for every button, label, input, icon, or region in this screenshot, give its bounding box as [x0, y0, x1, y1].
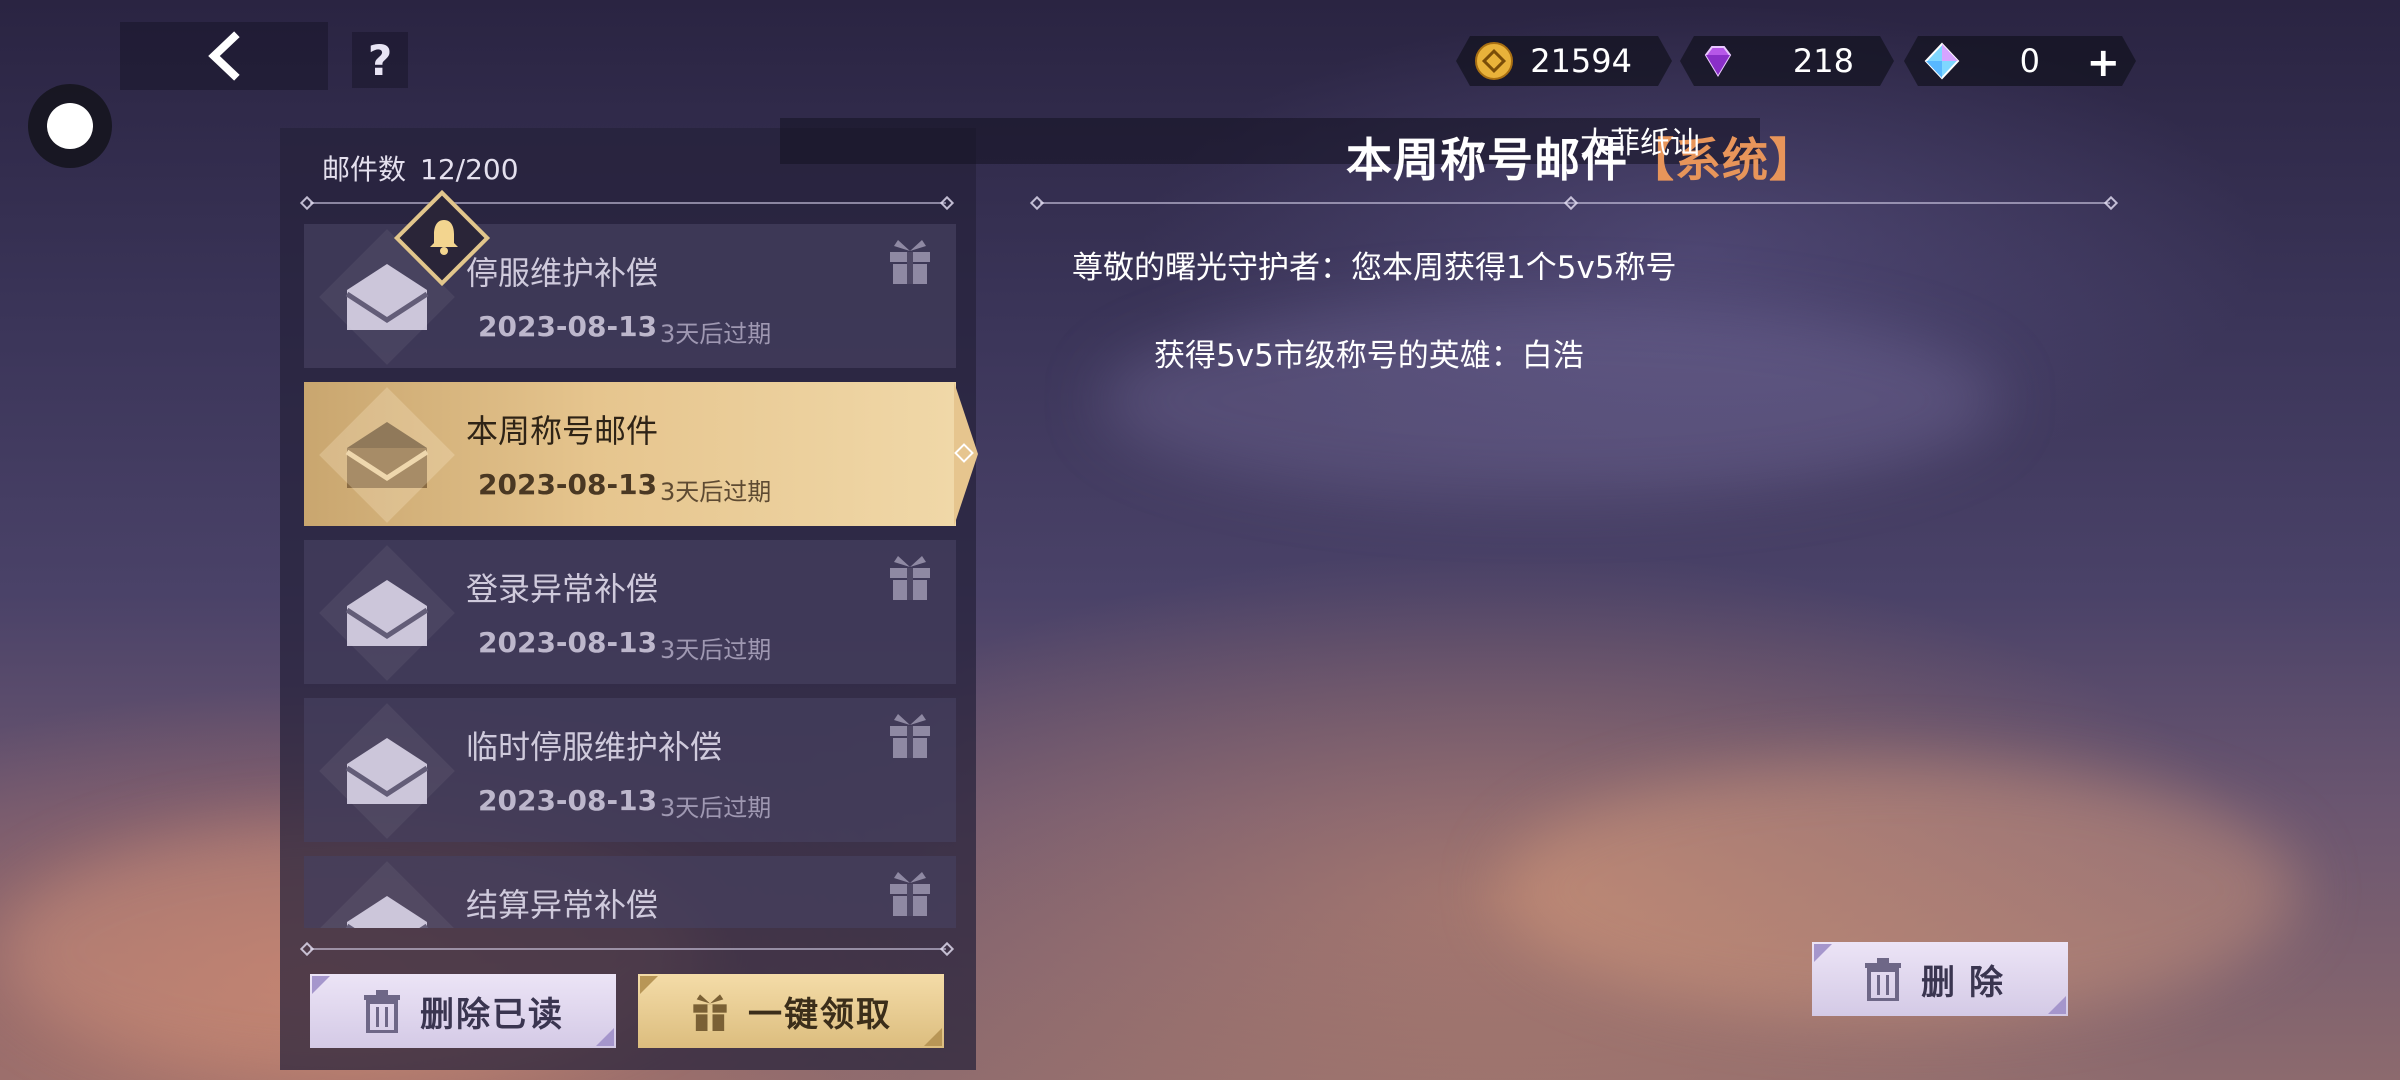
mail-date: 2023-08-13 [478, 626, 658, 659]
mail-item[interactable]: 结算异常补偿 [304, 856, 956, 928]
mail-count: 邮件数 12/200 [322, 148, 519, 188]
divider-end [2103, 195, 2119, 211]
divider-end [939, 195, 955, 211]
gold-coin-icon [1474, 41, 1514, 81]
delete-read-label: 删除已读 [420, 994, 564, 1035]
overlay-label: 大菲纸讪 [1580, 126, 1700, 161]
purple-diamond-counter: 218 [1680, 36, 1894, 86]
mail-expiry: 3天后过期 [660, 320, 772, 348]
divider-center [1563, 195, 1579, 211]
gift-icon [890, 240, 930, 284]
delete-read-button[interactable]: 删除已读 [310, 974, 616, 1048]
envelope-icon [319, 387, 455, 523]
mail-list-panel: 邮件数 12/200 停服维护补偿 2023-08-13 3天后过期 本周称号邮… [280, 128, 976, 1070]
mail-title: 停服维护补偿 [466, 254, 659, 292]
divider [310, 202, 946, 204]
divider-end [939, 941, 955, 957]
gold-amount: 21594 [1530, 42, 1632, 80]
mail-expiry: 3天后过期 [660, 794, 772, 822]
claim-all-label: 一键领取 [748, 994, 892, 1035]
help-icon: ? [367, 35, 393, 85]
purple-diamond-icon [1698, 41, 1738, 81]
trash-icon [364, 990, 400, 1033]
mail-body-line: 尊敬的曙光守护者：您本周获得1个5v5称号 [1072, 250, 1677, 286]
envelope-icon [319, 861, 455, 928]
mail-date: 2023-08-13 [478, 784, 658, 817]
bell-icon [430, 220, 458, 255]
gift-icon [693, 994, 727, 1031]
trash-icon [1865, 958, 1901, 1001]
mail-item[interactable]: 登录异常补偿 2023-08-13 3天后过期 [304, 540, 956, 684]
mail-count-label: 邮件数 [322, 153, 407, 186]
purple-diamond-amount: 218 [1792, 42, 1854, 80]
mail-expiry: 3天后过期 [660, 478, 772, 506]
mail-body-line: 获得5v5市级称号的英雄：白浩 [1154, 338, 1584, 374]
floating-assistive-ball[interactable] [28, 84, 112, 168]
mail-title: 临时停服维护补偿 [466, 728, 723, 766]
gift-icon [890, 872, 930, 916]
crystal-counter: 0 + [1904, 36, 2136, 86]
divider-end [299, 941, 315, 957]
gift-icon [890, 714, 930, 758]
selected-indicator [954, 382, 978, 526]
gift-icon [890, 556, 930, 600]
mail-title: 结算异常补偿 [466, 886, 659, 924]
divider-end [299, 195, 315, 211]
mail-date: 2023-08-13 [478, 310, 658, 343]
chevron-left-icon [208, 31, 240, 81]
delete-mail-button[interactable]: 删除 [1812, 942, 2068, 1016]
crystal-icon [1922, 41, 1962, 81]
mail-title: 本周称号邮件 [466, 412, 659, 450]
mail-date: 2023-08-13 [478, 468, 658, 501]
mail-item-selected[interactable]: 本周称号邮件 2023-08-13 3天后过期 [304, 382, 956, 526]
envelope-icon [319, 703, 455, 839]
envelope-icon [319, 545, 455, 681]
help-button[interactable]: ? [352, 32, 408, 88]
crystal-amount: 0 [2019, 42, 2040, 80]
delete-label: 删除 [1921, 962, 2017, 1003]
gold-coin-counter: 21594 [1456, 36, 1672, 86]
claim-all-button[interactable]: 一键领取 [638, 974, 944, 1048]
divider-end [1029, 195, 1045, 211]
mail-item[interactable]: 临时停服维护补偿 2023-08-13 3天后过期 [304, 698, 956, 842]
add-currency-button[interactable]: + [2086, 40, 2120, 86]
mail-title: 登录异常补偿 [466, 570, 659, 608]
back-button[interactable] [120, 22, 328, 90]
divider [310, 948, 946, 950]
mail-count-value: 12/200 [420, 153, 519, 186]
mail-expiry: 3天后过期 [660, 636, 772, 664]
